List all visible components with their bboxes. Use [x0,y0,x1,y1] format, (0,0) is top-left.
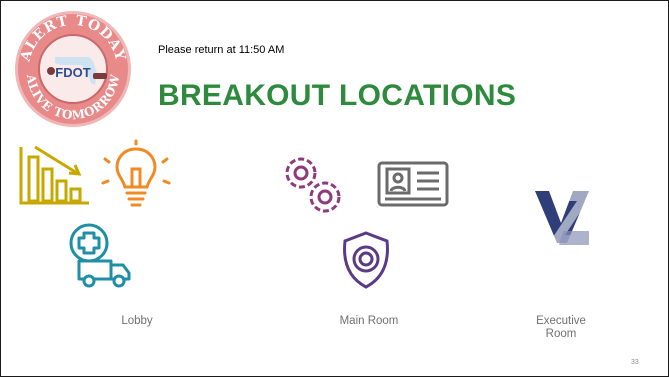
location-label-main-room: Main Room [339,315,399,327]
id-card-icon [377,161,449,207]
slide-title: BREAKOUT LOCATIONS [158,79,517,112]
page-number: 33 [631,359,639,366]
shield-badge-icon [343,231,389,289]
slide: ALERT TODAY ALIVE TOMORROW FDOT Please r… [0,0,669,377]
svg-text:FDOT: FDOT [55,65,90,80]
return-notice: Please return at 11:50 AM [158,44,285,56]
location-label-executive-line2: Room [545,328,577,340]
location-label-executive-room: Executive Room [501,315,621,341]
vz-logo-icon [535,191,589,245]
medical-truck-icon [69,223,131,288]
declining-chart-icon [19,145,89,205]
gears-icon [285,157,341,213]
location-label-lobby: Lobby [121,315,153,327]
lightbulb-icon [101,139,171,207]
location-label-executive-line1: Executive [536,315,586,327]
alert-today-logo: ALERT TODAY ALIVE TOMORROW FDOT [15,11,131,127]
